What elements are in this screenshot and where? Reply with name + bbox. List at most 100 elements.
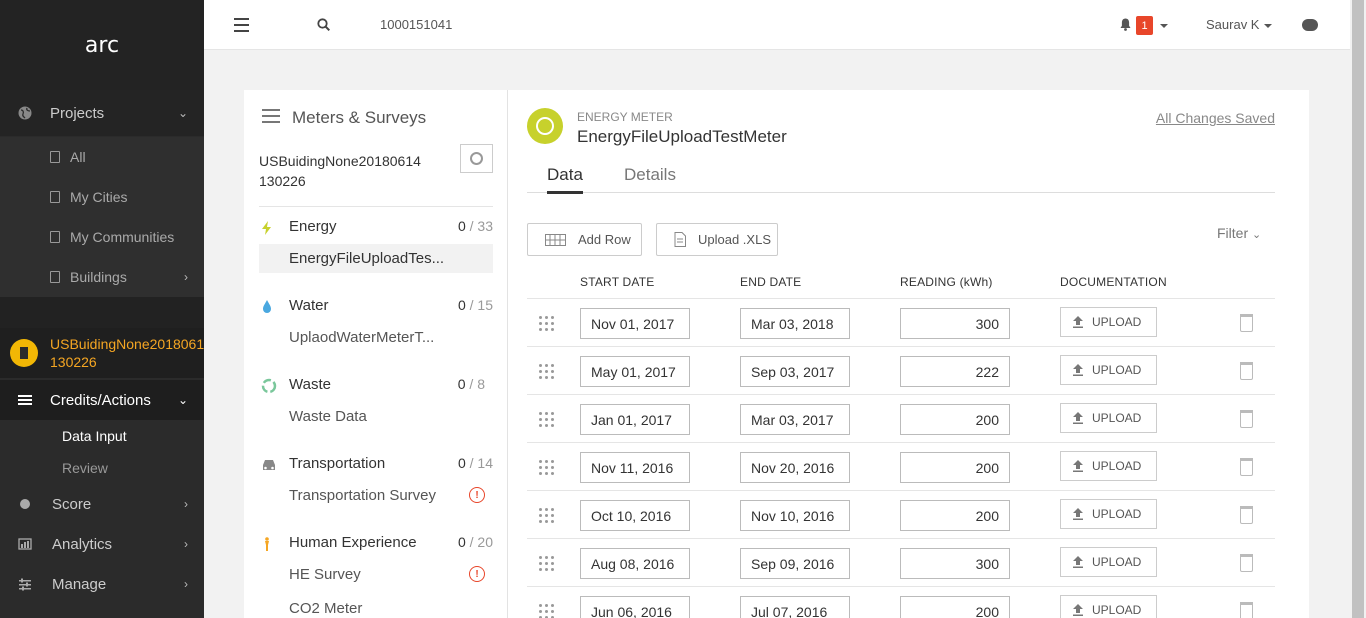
warning-icon: ! — [469, 487, 485, 503]
reading-field[interactable]: 222 — [900, 356, 1010, 387]
drag-handle-icon[interactable] — [539, 412, 555, 428]
column-header-end-date[interactable]: END DATE — [740, 275, 801, 289]
column-header-documentation: DOCUMENTATION — [1060, 275, 1167, 289]
end-date-field[interactable]: Nov 10, 2016 — [740, 500, 850, 531]
sidebar-item-projects[interactable]: Projects ⌄ — [0, 90, 204, 136]
drag-handle-icon[interactable] — [539, 508, 555, 524]
save-status-link[interactable]: All Changes Saved — [1156, 110, 1275, 126]
notification-badge[interactable]: 1 — [1136, 16, 1153, 35]
meter-item-waste[interactable]: Waste Data — [259, 402, 493, 431]
settings-button[interactable] — [460, 144, 493, 173]
tab-details[interactable]: Details — [624, 165, 676, 191]
upload-button[interactable]: UPLOAD — [1060, 499, 1157, 529]
upload-button[interactable]: UPLOAD — [1060, 595, 1157, 618]
chevron-right-icon: › — [184, 577, 188, 591]
start-date-field[interactable]: May 01, 2017 — [580, 356, 690, 387]
start-date-field[interactable]: Nov 01, 2017 — [580, 308, 690, 339]
trash-icon[interactable] — [1240, 314, 1253, 332]
drag-handle-icon[interactable] — [539, 604, 555, 618]
chevron-right-icon: › — [184, 270, 188, 284]
filter-dropdown[interactable]: Filter ⌄ — [1217, 225, 1261, 241]
end-date-field[interactable]: Nov 20, 2016 — [740, 452, 850, 483]
meter-item-co2[interactable]: CO2 Meter — [259, 594, 493, 618]
end-date-field[interactable]: Jul 07, 2016 — [740, 596, 850, 618]
start-date-field[interactable]: Nov 11, 2016 — [580, 452, 690, 483]
drag-handle-icon[interactable] — [539, 364, 555, 380]
end-date-field[interactable]: Sep 09, 2016 — [740, 548, 850, 579]
trash-icon[interactable] — [1240, 506, 1253, 524]
upload-button[interactable]: UPLOAD — [1060, 307, 1157, 337]
trash-icon[interactable] — [1240, 362, 1253, 380]
end-date-field[interactable]: Mar 03, 2017 — [740, 404, 850, 435]
start-date-field[interactable]: Jan 01, 2017 — [580, 404, 690, 435]
caret-down-icon[interactable] — [1160, 24, 1168, 28]
sidebar-item-review[interactable]: Review — [0, 452, 204, 484]
arc-logo[interactable]: arc — [0, 0, 204, 90]
start-date-field[interactable]: Oct 10, 2016 — [580, 500, 690, 531]
search-icon[interactable] — [317, 18, 330, 31]
tab-data[interactable]: Data — [547, 165, 583, 194]
reading-field[interactable]: 300 — [900, 308, 1010, 339]
trash-icon[interactable] — [1240, 602, 1253, 618]
sidebar-item-all[interactable]: All — [0, 137, 204, 177]
sidebar-item-my-cities[interactable]: My Cities — [0, 177, 204, 217]
search-input[interactable]: 1000151041 — [380, 17, 452, 32]
chat-icon[interactable] — [1302, 19, 1318, 31]
category-transportation[interactable]: Transportation 0 / 14 — [259, 455, 493, 475]
sliders-icon — [19, 578, 31, 591]
category-water[interactable]: Water 0 / 15 — [259, 297, 493, 317]
table-row: Nov 11, 2016 Nov 20, 2016 200 UPLOAD — [527, 443, 1275, 491]
upload-button[interactable]: UPLOAD — [1060, 355, 1157, 385]
start-date-field[interactable]: Aug 08, 2016 — [580, 548, 690, 579]
lightning-icon — [262, 221, 271, 235]
sidebar-item-manage[interactable]: Manage › — [0, 564, 204, 604]
trash-icon[interactable] — [1240, 410, 1253, 428]
sidebar-item-my-communities[interactable]: My Communities — [0, 217, 204, 257]
upload-button[interactable]: UPLOAD — [1060, 451, 1157, 481]
sidebar-current-building[interactable]: USBuidingNone2018061 130226 — [0, 328, 204, 378]
drag-handle-icon[interactable] — [539, 460, 555, 476]
sidebar-item-credits-actions[interactable]: Credits/Actions ⌄ — [0, 380, 204, 420]
scrollbar[interactable] — [1350, 0, 1366, 618]
drag-handle-icon[interactable] — [539, 556, 555, 572]
category-human-experience[interactable]: Human Experience 0 / 20 — [259, 534, 493, 554]
sidebar-item-analytics[interactable]: Analytics › — [0, 524, 204, 564]
reading-field[interactable]: 200 — [900, 500, 1010, 531]
reading-field[interactable]: 200 — [900, 452, 1010, 483]
column-header-reading[interactable]: READING (kWh) — [900, 275, 993, 289]
drag-handle-icon[interactable] — [539, 316, 555, 332]
sidebar-item-buildings[interactable]: Buildings › — [0, 257, 204, 297]
meter-item-water[interactable]: UplaodWaterMeterT... — [259, 323, 493, 352]
survey-item-transportation[interactable]: Transportation Survey ! — [259, 481, 493, 510]
category-energy[interactable]: Energy 0 / 33 — [259, 218, 493, 238]
upload-button[interactable]: UPLOAD — [1060, 403, 1157, 433]
sidebar-item-label: Buildings — [70, 269, 127, 285]
user-menu[interactable]: Saurav K — [1206, 17, 1259, 32]
hamburger-menu-icon[interactable] — [234, 18, 249, 36]
reading-field[interactable]: 200 — [900, 404, 1010, 435]
category-waste[interactable]: Waste 0 / 8 — [259, 376, 493, 396]
sidebar-item-score[interactable]: Score › — [0, 484, 204, 524]
bell-icon[interactable] — [1120, 18, 1131, 31]
upload-xls-button[interactable]: Upload .XLS — [656, 223, 778, 256]
start-date-field[interactable]: Jun 06, 2016 — [580, 596, 690, 618]
scrollbar-thumb[interactable] — [1352, 0, 1364, 618]
list-toggle-icon[interactable] — [262, 109, 280, 127]
meter-item-energy[interactable]: EnergyFileUploadTes... — [259, 244, 493, 273]
main-panel: Meters & Surveys USBuidingNone20180614 1… — [244, 90, 1309, 618]
reading-field[interactable]: 300 — [900, 548, 1010, 579]
column-header-start-date[interactable]: START DATE — [580, 275, 654, 289]
end-date-field[interactable]: Mar 03, 2018 — [740, 308, 850, 339]
end-date-field[interactable]: Sep 03, 2017 — [740, 356, 850, 387]
trash-icon[interactable] — [1240, 554, 1253, 572]
upload-arrow-icon — [1073, 316, 1083, 328]
reading-field[interactable]: 200 — [900, 596, 1010, 618]
trash-icon[interactable] — [1240, 458, 1253, 476]
caret-down-icon[interactable] — [1264, 24, 1272, 28]
add-row-button[interactable]: Add Row — [527, 223, 642, 256]
upload-arrow-icon — [1073, 460, 1083, 472]
sidebar-item-data-input[interactable]: Data Input — [0, 420, 204, 452]
sidebar: arc Projects ⌄ All My Cities My Communit… — [0, 0, 204, 618]
upload-button[interactable]: UPLOAD — [1060, 547, 1157, 577]
survey-item-he[interactable]: HE Survey ! — [259, 560, 493, 589]
